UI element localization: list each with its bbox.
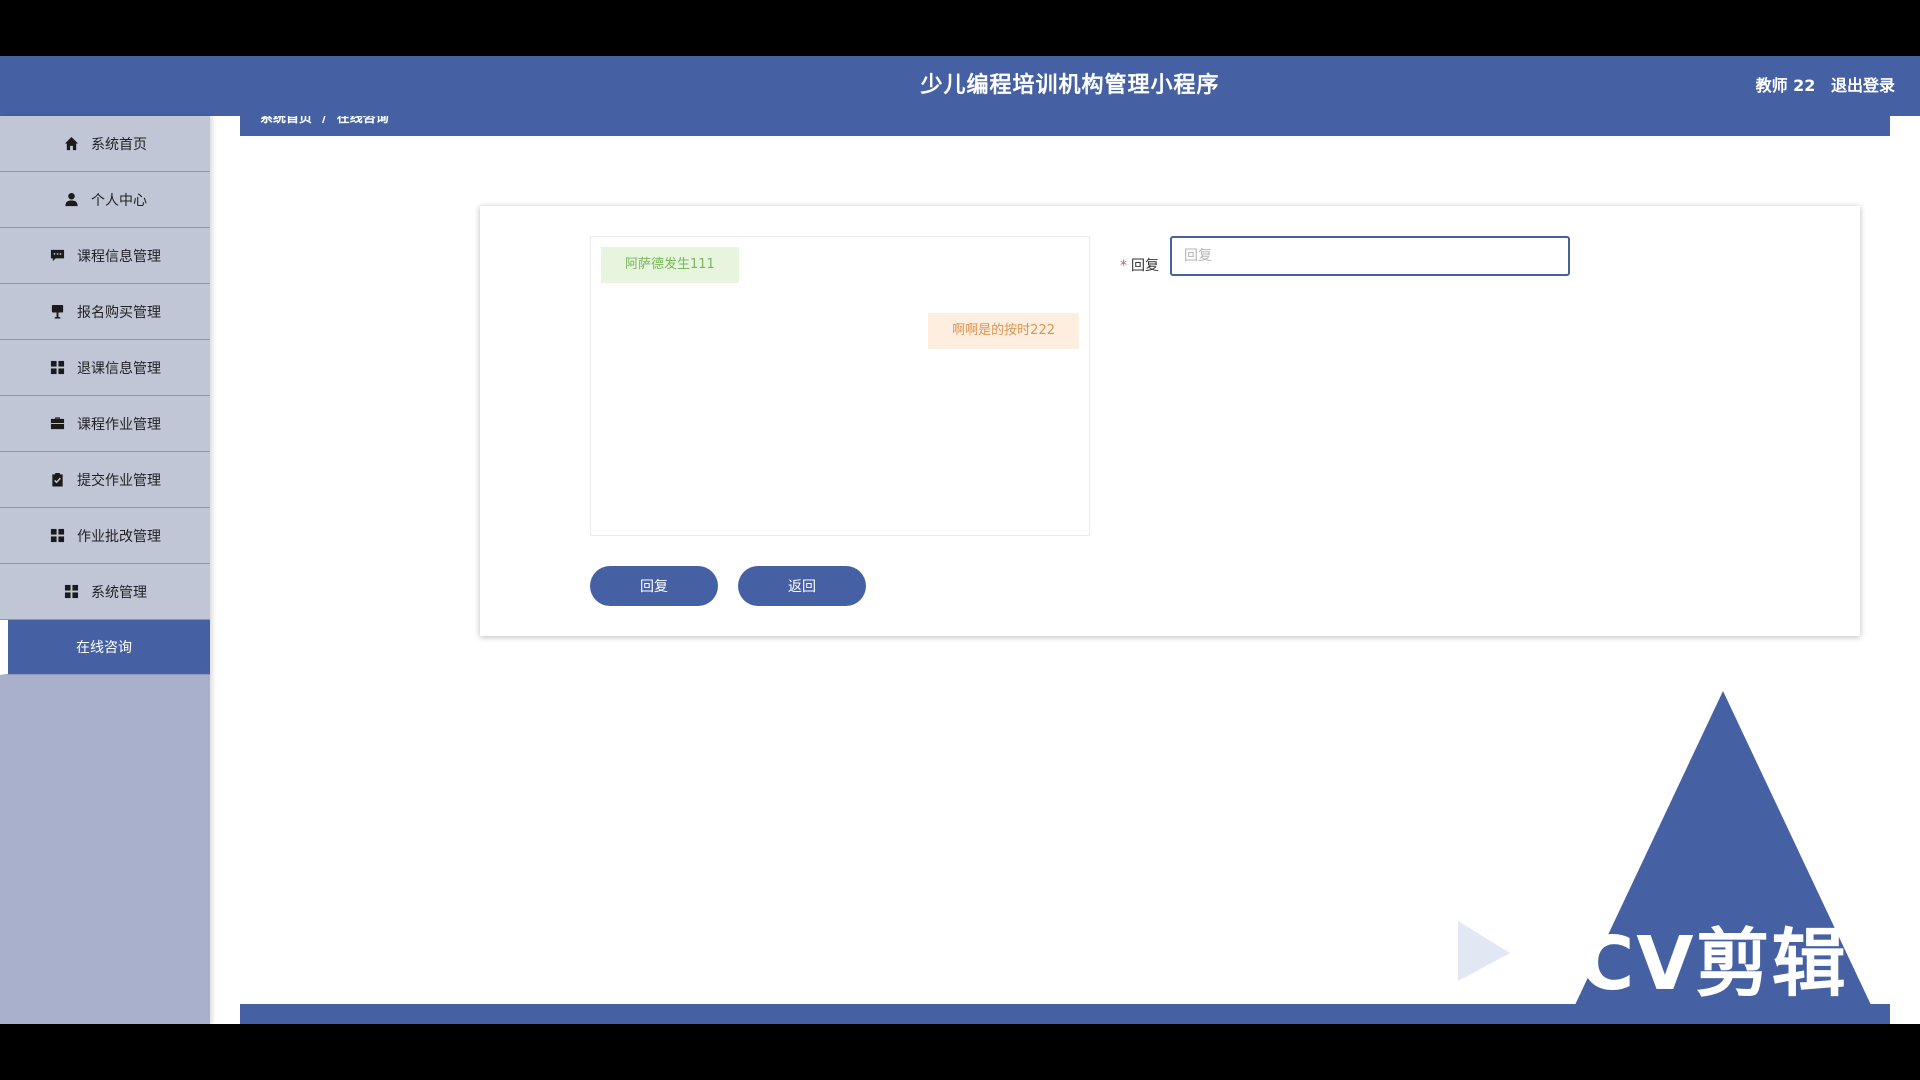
reply-field-label: * 回复 [1120, 246, 1159, 286]
header-user-area: 教师 22 退出登录 [1746, 56, 1895, 116]
app-title: 少儿编程培训机构管理小程序 [920, 73, 1220, 98]
clipboard-check-icon [49, 472, 65, 488]
watermark-logo [1450, 691, 1880, 1024]
reply-label-text: 回复 [1131, 258, 1159, 274]
sidebar-item-label: 系统管理 [91, 584, 147, 601]
sidebar-item-home[interactable]: 系统首页 [0, 116, 210, 172]
watermark-text: CV剪辑 [1580, 921, 1848, 1007]
sidebar-item-label: 课程作业管理 [77, 416, 161, 433]
sign-icon [49, 304, 65, 320]
home-icon [63, 136, 79, 152]
sidebar-item-grading[interactable]: 作业批改管理 [0, 508, 210, 564]
sidebar-item-label: 提交作业管理 [77, 472, 161, 489]
footer-bar [240, 1004, 1890, 1024]
user-name: 教师 22 [1755, 76, 1816, 95]
comment-icon [49, 248, 65, 264]
sidebar-item-withdraw[interactable]: 退课信息管理 [0, 340, 210, 396]
sidebar-item-online-consult[interactable]: 在线咨询 [0, 620, 210, 675]
chat-message-left: 阿萨德发生111 [601, 247, 739, 283]
chat-history: 阿萨德发生111 啊啊是的按时222 [590, 236, 1090, 536]
briefcase-icon [49, 416, 65, 432]
sidebar-item-label: 报名购买管理 [77, 304, 161, 321]
breadcrumb-current: 在线咨询 [336, 116, 389, 126]
sidebar-item-label: 在线咨询 [76, 640, 132, 656]
sidebar-item-homework[interactable]: 课程作业管理 [0, 396, 210, 452]
required-mark: * [1120, 258, 1127, 274]
sidebar-item-label: 作业批改管理 [77, 528, 161, 545]
sidebar-item-enroll[interactable]: 报名购买管理 [0, 284, 210, 340]
sidebar-item-label: 课程信息管理 [77, 248, 161, 265]
sidebar-item-system[interactable]: 系统管理 [0, 564, 210, 620]
sidebar-item-profile[interactable]: 个人中心 [0, 172, 210, 228]
sidebar-item-label: 个人中心 [91, 192, 147, 209]
breadcrumb: 系统首页 / 在线咨询 [240, 116, 1890, 136]
back-button[interactable]: 返回 [738, 566, 866, 606]
grid-icon [49, 528, 65, 544]
sidebar-item-label: 系统首页 [91, 136, 147, 153]
sidebar-item-course-info[interactable]: 课程信息管理 [0, 228, 210, 284]
breadcrumb-home-link[interactable]: 系统首页 [260, 116, 312, 126]
chat-message-right: 啊啊是的按时222 [928, 313, 1079, 349]
breadcrumb-separator: / [322, 116, 327, 126]
logout-link[interactable]: 退出登录 [1831, 76, 1895, 95]
top-header: 少儿编程培训机构管理小程序 教师 22 退出登录 [0, 56, 1920, 116]
grid-icon [63, 584, 79, 600]
sidebar-item-label: 退课信息管理 [77, 360, 161, 377]
reply-input[interactable] [1170, 236, 1570, 276]
app-frame: 少儿编程培训机构管理小程序 教师 22 退出登录 系统首页 个人中心 课程信息管… [0, 56, 1920, 1024]
grid-icon [49, 360, 65, 376]
reply-button[interactable]: 回复 [590, 566, 718, 606]
consult-card: 阿萨德发生111 啊啊是的按时222 *回复 回复 返回 [480, 206, 1860, 636]
user-icon [63, 192, 79, 208]
sidebar-item-submit-homework[interactable]: 提交作业管理 [0, 452, 210, 508]
sidebar: 系统首页 个人中心 课程信息管理 报名购买管理 退课信息管理 课程作业管理 提交… [0, 116, 210, 1024]
